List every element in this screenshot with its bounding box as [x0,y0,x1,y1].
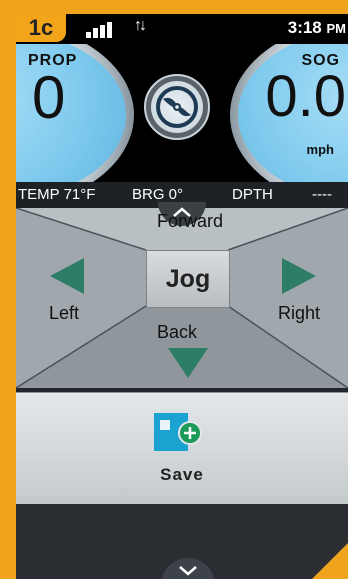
clock-time: 3:18 [287,18,322,37]
depth-label: DPTH [232,186,273,203]
sog-value: 0.0 [265,64,346,129]
signal-icon [86,22,116,38]
temp-readout: TEMP 71°F [18,186,96,203]
screen: ↑↓ 3:18 PM PROP 0 SOG 0.0 mph TEMP 71°F … [16,14,348,579]
save-button[interactable]: Save [16,392,348,506]
propeller-icon [156,86,198,128]
jog-pad: Forward Left Right Back Jog [16,202,348,388]
data-transfer-icon: ↑↓ [134,17,147,34]
bearing-readout: BRG 0° [132,186,184,203]
save-waypoint-icon [154,413,202,451]
expand-tab[interactable] [161,558,215,579]
step-badge: 1c [16,14,66,42]
gauge-panel: PROP 0 SOG 0.0 mph [16,44,348,182]
frame-corner [312,543,348,579]
sog-unit: mph [306,142,334,157]
clock: 3:18 PM [288,18,346,38]
prop-value: 0 [32,64,66,131]
jog-button[interactable]: Jog [146,250,230,308]
depth-value: ---- [312,186,332,203]
clock-ampm: PM [326,21,347,36]
right-button[interactable]: Right [278,303,320,324]
save-label: Save [160,465,204,484]
left-button[interactable]: Left [49,303,79,324]
forward-button[interactable]: Forward [157,211,223,232]
back-button[interactable]: Back [157,322,197,343]
chevron-down-icon [179,566,197,576]
device-frame: ↑↓ 3:18 PM PROP 0 SOG 0.0 mph TEMP 71°F … [0,0,348,579]
bottom-panel [16,504,348,579]
propeller-button[interactable] [144,74,210,140]
